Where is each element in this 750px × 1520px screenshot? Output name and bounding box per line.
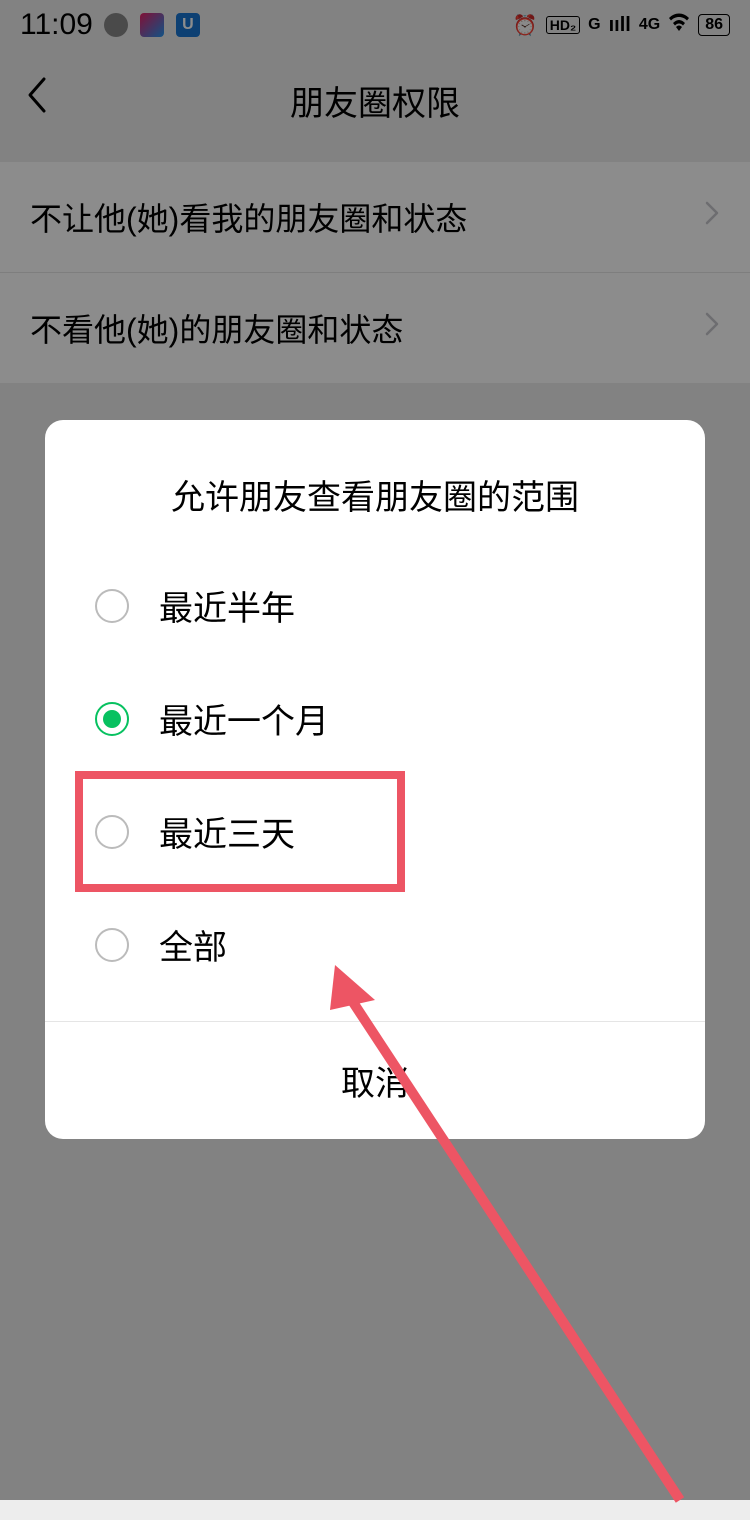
option-label: 最近三天 — [159, 807, 295, 856]
visibility-range-dialog: 允许朋友查看朋友圈的范围 最近半年 最近一个月 最近三天 全部 取消 — [45, 420, 705, 1139]
modal-overlay[interactable]: 允许朋友查看朋友圈的范围 最近半年 最近一个月 最近三天 全部 取消 — [0, 0, 750, 1500]
option-all[interactable]: 全部 — [45, 888, 705, 1001]
option-one-month[interactable]: 最近一个月 — [45, 662, 705, 775]
radio-icon-selected — [95, 702, 129, 736]
option-three-days[interactable]: 最近三天 — [45, 775, 705, 888]
radio-icon — [95, 589, 129, 623]
dialog-title: 允许朋友查看朋友圈的范围 — [45, 420, 705, 549]
cancel-button[interactable]: 取消 — [45, 1021, 705, 1139]
option-label: 全部 — [159, 920, 227, 969]
option-label: 最近一个月 — [159, 694, 329, 743]
option-label: 最近半年 — [159, 581, 295, 630]
radio-icon — [95, 815, 129, 849]
option-half-year[interactable]: 最近半年 — [45, 549, 705, 662]
radio-icon — [95, 928, 129, 962]
